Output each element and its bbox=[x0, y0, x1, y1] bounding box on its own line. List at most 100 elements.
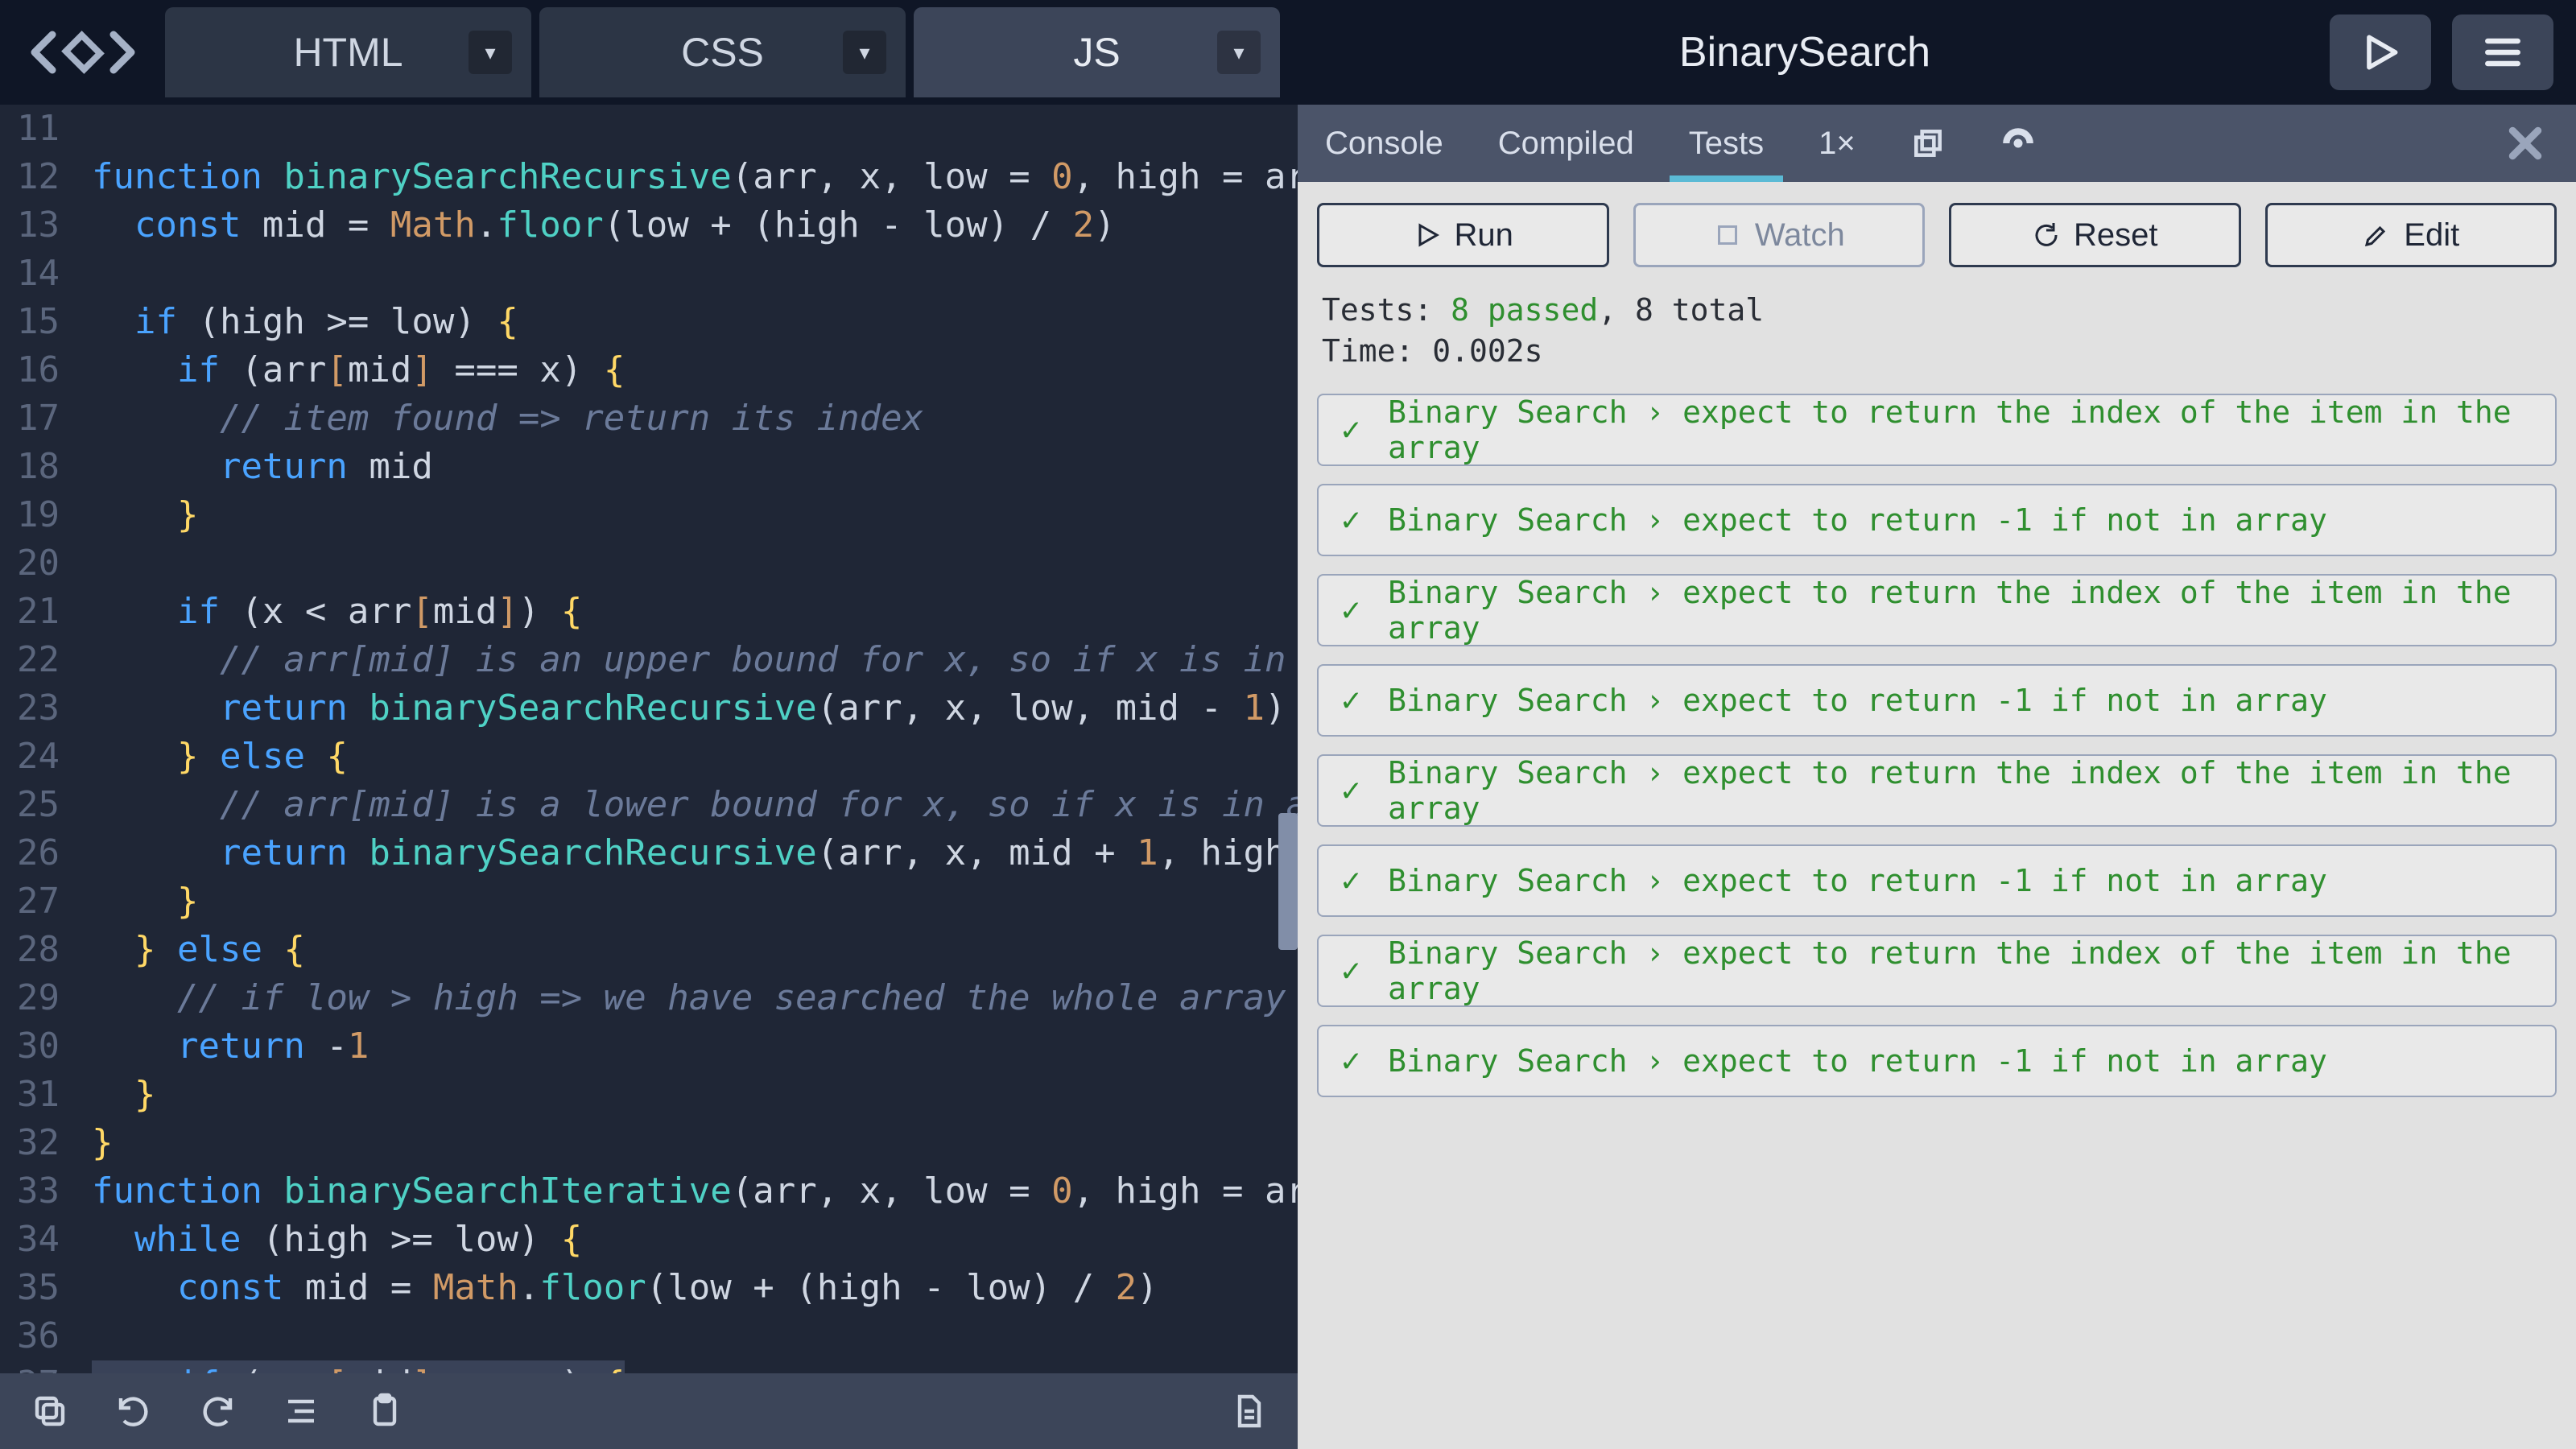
line-number: 13 bbox=[0, 201, 60, 250]
line-number: 31 bbox=[0, 1071, 60, 1119]
tab-tests[interactable]: Tests bbox=[1662, 105, 1791, 182]
language-tabs: HTML ▾ CSS ▾ JS ▾ bbox=[165, 7, 1280, 97]
line-number: 25 bbox=[0, 781, 60, 829]
line-number: 16 bbox=[0, 346, 60, 394]
close-panel-icon[interactable] bbox=[2475, 105, 2576, 182]
code-line[interactable]: if (high >= low) { bbox=[92, 298, 1298, 346]
code-line[interactable]: while (high >= low) { bbox=[92, 1216, 1298, 1264]
code-line[interactable]: const mid = Math.floor(low + (high - low… bbox=[92, 201, 1298, 250]
menu-button[interactable] bbox=[2452, 14, 2553, 90]
code-line[interactable] bbox=[92, 250, 1298, 298]
code-editor[interactable]: 1112131415161718192021222324252627282930… bbox=[0, 105, 1298, 1373]
test-label: Binary Search › expect to return the ind… bbox=[1388, 575, 2533, 646]
code-line[interactable]: return mid bbox=[92, 443, 1298, 491]
tab-css[interactable]: CSS ▾ bbox=[539, 7, 906, 97]
zoom-indicator[interactable]: 1× bbox=[1791, 105, 1883, 182]
code-line[interactable]: if (arr[mid] === x) { bbox=[92, 1360, 1298, 1373]
line-number: 15 bbox=[0, 298, 60, 346]
redo-icon[interactable] bbox=[179, 1381, 256, 1441]
edit-button[interactable]: Edit bbox=[2265, 203, 2557, 267]
code-line[interactable]: // item found => return its index bbox=[92, 394, 1298, 443]
code-line[interactable]: const mid = Math.floor(low + (high - low… bbox=[92, 1264, 1298, 1312]
undo-icon[interactable] bbox=[95, 1381, 172, 1441]
code-line[interactable]: } bbox=[92, 1119, 1298, 1167]
popout-icon[interactable] bbox=[1883, 105, 1973, 182]
line-number: 11 bbox=[0, 105, 60, 153]
line-number: 20 bbox=[0, 539, 60, 588]
test-label: Binary Search › expect to return the ind… bbox=[1388, 755, 2533, 826]
line-number: 23 bbox=[0, 684, 60, 733]
code-line[interactable]: if (arr[mid] === x) { bbox=[92, 346, 1298, 394]
document-icon[interactable] bbox=[1209, 1381, 1286, 1441]
code-line[interactable]: function binarySearchRecursive(arr, x, l… bbox=[92, 153, 1298, 201]
test-row[interactable]: ✓Binary Search › expect to return -1 if … bbox=[1317, 844, 2557, 917]
format-icon[interactable] bbox=[262, 1381, 340, 1441]
top-actions bbox=[2330, 14, 2576, 90]
line-number: 24 bbox=[0, 733, 60, 781]
code-line[interactable]: } bbox=[92, 877, 1298, 926]
output-tabs: Console Compiled Tests 1× bbox=[1298, 105, 2576, 182]
line-number: 36 bbox=[0, 1312, 60, 1360]
tab-compiled[interactable]: Compiled bbox=[1471, 105, 1662, 182]
code-line[interactable]: // arr[mid] is an upper bound for x, so … bbox=[92, 636, 1298, 684]
test-row[interactable]: ✓Binary Search › expect to return the in… bbox=[1317, 574, 2557, 646]
test-row[interactable]: ✓Binary Search › expect to return -1 if … bbox=[1317, 1025, 2557, 1097]
code-line[interactable] bbox=[92, 105, 1298, 153]
line-number: 28 bbox=[0, 926, 60, 974]
code-line[interactable] bbox=[92, 1312, 1298, 1360]
run-button[interactable]: Run bbox=[1317, 203, 1609, 267]
line-gutter: 1112131415161718192021222324252627282930… bbox=[0, 105, 74, 1373]
line-number: 29 bbox=[0, 974, 60, 1022]
check-icon: ✓ bbox=[1341, 952, 1360, 989]
test-row[interactable]: ✓Binary Search › expect to return the in… bbox=[1317, 935, 2557, 1007]
editor-toolbar bbox=[0, 1373, 1298, 1449]
test-row[interactable]: ✓ Binary Search › expect to return the in… bbox=[1317, 394, 2557, 466]
code-line[interactable] bbox=[92, 539, 1298, 588]
play-button[interactable] bbox=[2330, 14, 2431, 90]
test-label: Binary Search › expect to return the ind… bbox=[1388, 394, 2533, 465]
code-line[interactable]: function binarySearchIterative(arr, x, l… bbox=[92, 1167, 1298, 1216]
check-icon: ✓ bbox=[1341, 411, 1360, 448]
check-icon: ✓ bbox=[1341, 772, 1360, 809]
code-line[interactable]: } bbox=[92, 1071, 1298, 1119]
line-number: 14 bbox=[0, 250, 60, 298]
app-logo[interactable] bbox=[0, 20, 165, 85]
live-reload-icon[interactable] bbox=[1973, 105, 2063, 182]
tab-js-dropdown[interactable]: ▾ bbox=[1217, 31, 1261, 74]
code-line[interactable]: // if low > high => we have searched the… bbox=[92, 974, 1298, 1022]
code-line[interactable]: if (x < arr[mid]) { bbox=[92, 588, 1298, 636]
check-icon: ✓ bbox=[1341, 502, 1360, 539]
code-line[interactable]: return -1 bbox=[92, 1022, 1298, 1071]
code-line[interactable]: } else { bbox=[92, 926, 1298, 974]
tab-js-label: JS bbox=[1073, 29, 1120, 76]
output-pane: Console Compiled Tests 1× Run Watch bbox=[1298, 105, 2576, 1449]
tab-css-dropdown[interactable]: ▾ bbox=[843, 31, 886, 74]
clipboard-icon[interactable] bbox=[346, 1381, 423, 1441]
line-number: 18 bbox=[0, 443, 60, 491]
tab-html[interactable]: HTML ▾ bbox=[165, 7, 531, 97]
test-row[interactable]: ✓ Binary Search › expect to return -1 if … bbox=[1317, 484, 2557, 556]
line-number: 32 bbox=[0, 1119, 60, 1167]
code-content[interactable]: function binarySearchRecursive(arr, x, l… bbox=[74, 105, 1298, 1373]
top-bar: HTML ▾ CSS ▾ JS ▾ BinarySearch bbox=[0, 0, 2576, 105]
tab-html-dropdown[interactable]: ▾ bbox=[469, 31, 512, 74]
tab-html-label: HTML bbox=[293, 29, 402, 76]
code-line[interactable]: } else { bbox=[92, 733, 1298, 781]
watch-button[interactable]: Watch bbox=[1633, 203, 1926, 267]
test-actions: Run Watch Reset Edit bbox=[1317, 203, 2557, 267]
line-number: 34 bbox=[0, 1216, 60, 1264]
copy-icon[interactable] bbox=[11, 1381, 89, 1441]
test-row[interactable]: ✓Binary Search › expect to return -1 if … bbox=[1317, 664, 2557, 737]
test-row[interactable]: ✓ Binary Search › expect to return the in… bbox=[1317, 754, 2557, 827]
code-line[interactable]: return binarySearchRecursive(arr, x, low… bbox=[92, 684, 1298, 733]
code-line[interactable]: return binarySearchRecursive(arr, x, mid… bbox=[92, 829, 1298, 877]
code-line[interactable]: // arr[mid] is a lower bound for x, so i… bbox=[92, 781, 1298, 829]
reset-button[interactable]: Reset bbox=[1949, 203, 2241, 267]
test-label: Binary Search › expect to return -1 if n… bbox=[1388, 502, 2327, 538]
project-title: BinarySearch bbox=[1280, 28, 2330, 76]
tab-js[interactable]: JS ▾ bbox=[914, 7, 1280, 97]
line-number: 21 bbox=[0, 588, 60, 636]
code-line[interactable]: } bbox=[92, 491, 1298, 539]
editor-scrollbar-thumb[interactable] bbox=[1278, 813, 1298, 950]
tab-console[interactable]: Console bbox=[1298, 105, 1471, 182]
